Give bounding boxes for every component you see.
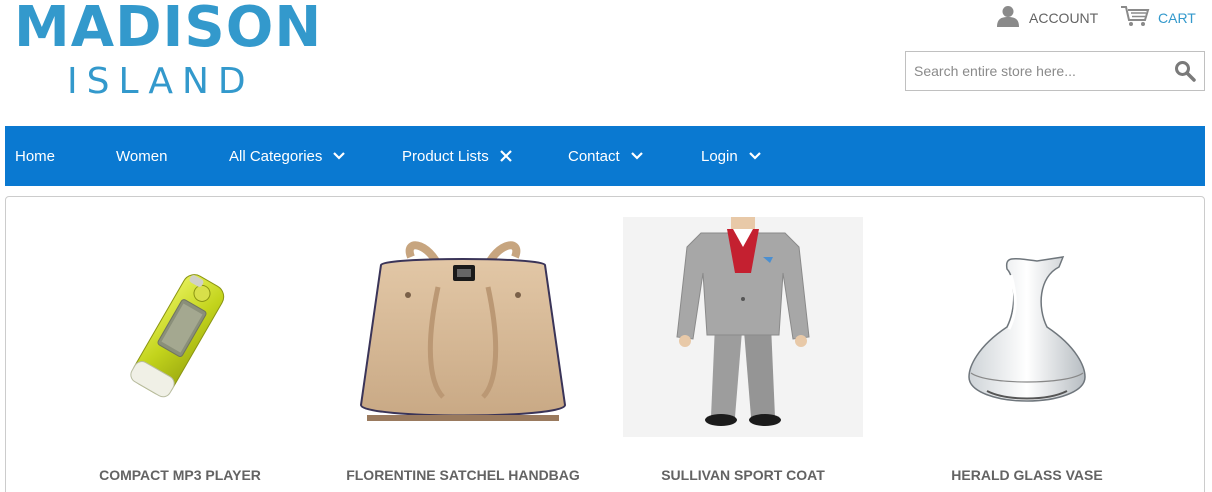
site-logo[interactable]: MADISON ISLAND — [14, 0, 321, 102]
glass-vase-image[interactable] — [907, 217, 1147, 437]
product-card[interactable]: COMPACT MP3 PLAYER — [60, 217, 300, 483]
user-icon — [995, 5, 1021, 32]
chevron-down-icon — [630, 152, 643, 160]
product-card[interactable]: HERALD GLASS VASE — [907, 217, 1147, 483]
sport-coat-image[interactable] — [623, 217, 863, 437]
nav-item-product-lists[interactable]: Product Lists — [402, 126, 513, 186]
nav-item-label: Login — [701, 147, 738, 165]
nav-item-label: Product Lists — [402, 147, 489, 165]
product-name[interactable]: SULLIVAN SPORT COAT — [593, 467, 893, 483]
search-input[interactable] — [906, 52, 1168, 90]
search-box — [905, 51, 1205, 91]
product-name[interactable]: HERALD GLASS VASE — [877, 467, 1177, 483]
nav-item-label: Contact — [568, 147, 620, 165]
product-name[interactable]: COMPACT MP3 PLAYER — [30, 467, 330, 483]
product-card[interactable]: FLORENTINE SATCHEL HANDBAG — [343, 217, 583, 483]
cart-link[interactable]: CART — [1120, 5, 1196, 32]
main-navigation: Home Women All Categories Product Lists … — [5, 126, 1205, 186]
product-name[interactable]: FLORENTINE SATCHEL HANDBAG — [313, 467, 613, 483]
logo-text-madison: MADISON — [14, 0, 323, 60]
account-label: ACCOUNT — [1029, 10, 1099, 26]
product-panel: COMPACT MP3 PLAYER FLORENTINE SATCHEL HA… — [5, 196, 1205, 492]
nav-item-home[interactable]: Home — [15, 126, 55, 186]
chevron-down-icon — [748, 152, 761, 160]
nav-item-label: Women — [116, 147, 168, 165]
nav-item-label: Home — [15, 147, 56, 165]
account-link[interactable]: ACCOUNT — [995, 5, 1099, 32]
handbag-image[interactable] — [343, 217, 583, 437]
logo-text-island: ISLAND — [67, 61, 255, 102]
close-icon — [499, 150, 512, 162]
search-icon[interactable] — [1174, 60, 1196, 82]
chevron-down-icon — [333, 152, 346, 160]
product-card[interactable]: SULLIVAN SPORT COAT — [623, 217, 863, 483]
mp3-player-image[interactable] — [60, 217, 300, 437]
nav-item-label: All Categories — [229, 147, 323, 165]
cart-icon — [1120, 5, 1150, 32]
cart-label: CART — [1158, 10, 1196, 26]
nav-item-login[interactable]: Login — [701, 126, 762, 186]
nav-item-women[interactable]: Women — [116, 126, 167, 186]
nav-item-all-categories[interactable]: All Categories — [229, 126, 346, 186]
nav-item-contact[interactable]: Contact — [568, 126, 644, 186]
